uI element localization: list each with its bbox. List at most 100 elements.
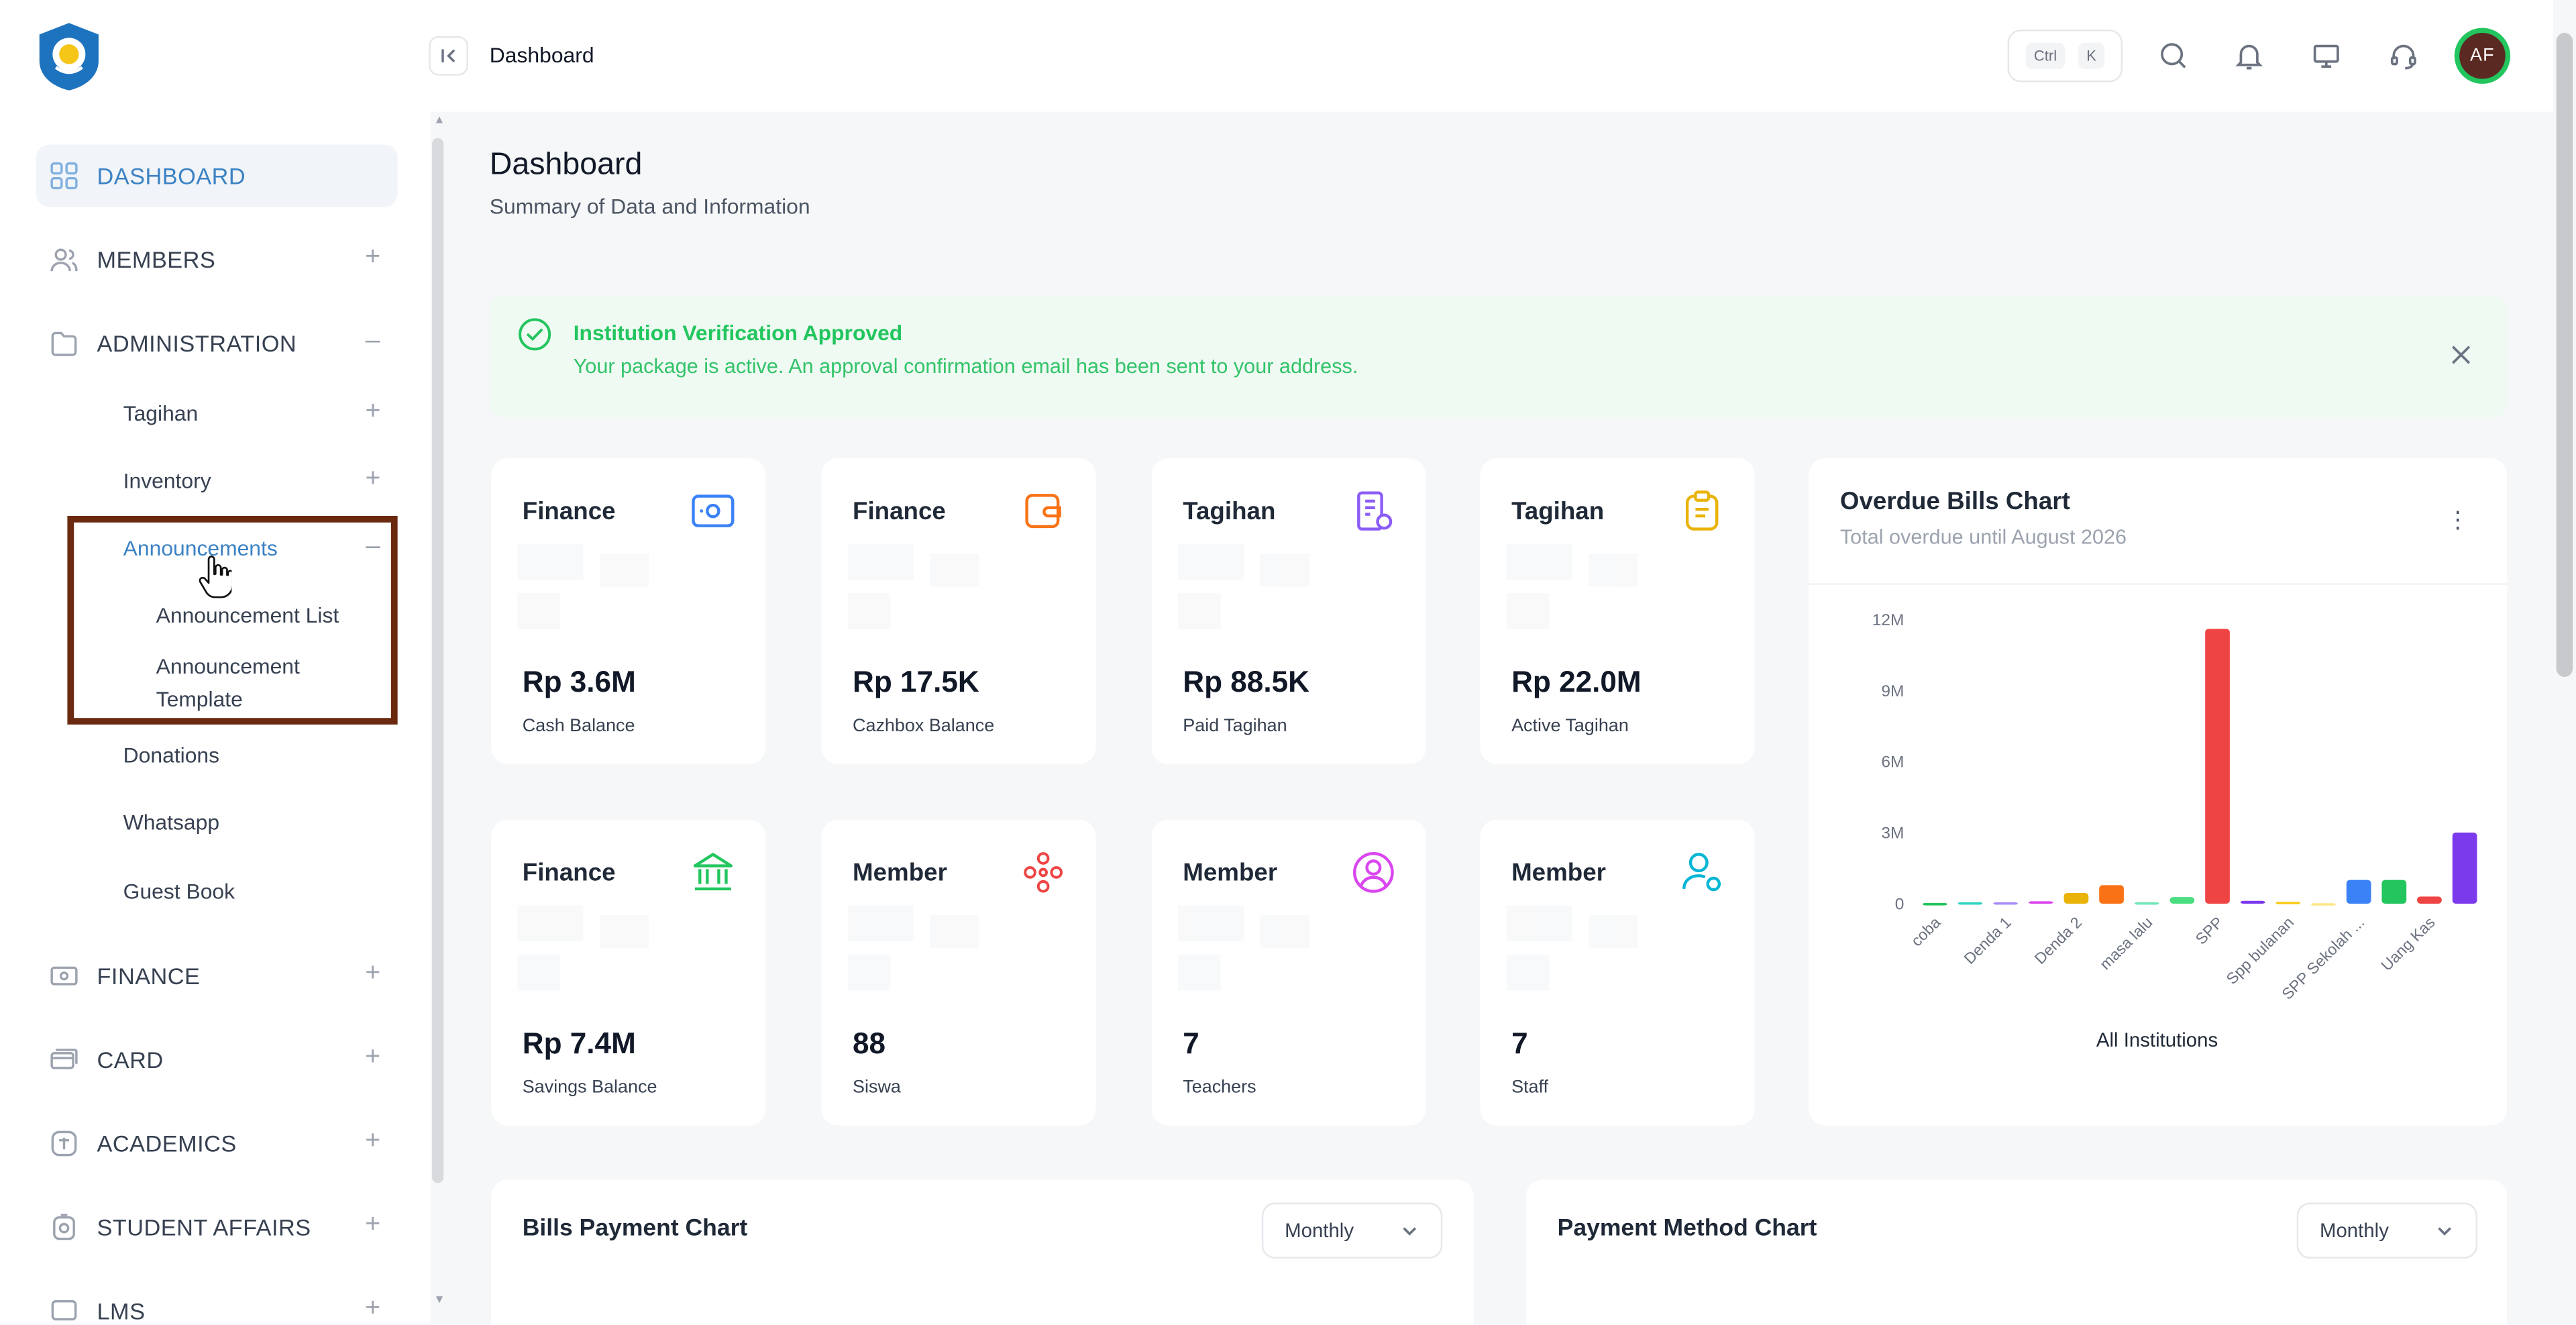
y-tick-label: 0 <box>1895 896 1904 914</box>
sidebar-item-card[interactable]: CARD + <box>36 1028 398 1091</box>
select-value: Monthly <box>2319 1219 2389 1242</box>
expand-icon[interactable]: + <box>362 1295 384 1324</box>
expand-icon[interactable]: + <box>362 465 384 494</box>
overdue-bills-card: Overdue Bills Chart Total overdue until … <box>1809 458 2508 1126</box>
stat-card-cash-balance[interactable]: Finance Rp 3.6M Cash Balance <box>491 458 766 764</box>
stat-card-staff[interactable]: Member 7 Staff <box>1480 820 1755 1126</box>
sidebar-subitem-label: Donations <box>123 741 220 767</box>
x-tick-label: SPP <box>2192 913 2226 947</box>
collapse-icon[interactable]: – <box>362 327 384 356</box>
chart-bar[interactable] <box>2205 629 2230 904</box>
search-icon[interactable] <box>2154 36 2194 76</box>
users-icon <box>49 245 78 274</box>
sidebar-scrollbar[interactable] <box>432 138 444 1183</box>
breadcrumb: Dashboard <box>489 42 594 68</box>
grid-icon <box>49 161 78 191</box>
chart-bar[interactable] <box>2063 893 2089 904</box>
expand-icon[interactable]: + <box>362 1211 384 1240</box>
expand-icon[interactable]: + <box>362 398 384 427</box>
chart-bar[interactable] <box>1922 902 1947 906</box>
bell-icon[interactable] <box>2229 36 2269 76</box>
scroll-up-arrow-icon[interactable]: ▲ <box>434 115 445 126</box>
chevron-down-icon <box>1403 1227 1417 1236</box>
stat-card-paid-tagihan[interactable]: Tagihan Rp 88.5K Paid Tagihan <box>1151 458 1426 764</box>
chart-bar[interactable] <box>2169 897 2195 904</box>
chart-bar[interactable] <box>2099 885 2124 904</box>
chart-bar[interactable] <box>2452 833 2477 904</box>
sidebar-item-administration[interactable]: ADMINISTRATION – <box>36 312 398 374</box>
sidebar-item-label: LMS <box>97 1297 146 1324</box>
stat-card-teachers[interactable]: Member 7 Teachers <box>1151 820 1426 1126</box>
chart-bar[interactable] <box>2240 900 2265 904</box>
sidebar-item-lms[interactable]: LMS + <box>36 1280 398 1325</box>
bills-chart-title: Bills Payment Chart <box>522 1216 748 1242</box>
expand-icon[interactable]: + <box>362 959 384 989</box>
divider <box>1809 583 2508 585</box>
card-value: 7 <box>1183 1026 1199 1060</box>
stat-card-savings-balance[interactable]: Finance Rp 7.4M Savings Balance <box>491 820 766 1126</box>
sidebar-item-label: MEMBERS <box>97 246 216 273</box>
sidebar-subitem-guest-book[interactable]: Guest Book <box>102 866 398 915</box>
expand-icon[interactable]: + <box>362 1127 384 1157</box>
chart-bar[interactable] <box>2381 880 2407 904</box>
collapse-icon[interactable]: – <box>362 532 384 562</box>
card-icon <box>49 1045 78 1075</box>
close-icon[interactable] <box>2445 338 2477 371</box>
sidebar-subitem-donations[interactable]: Donations <box>102 729 398 778</box>
chart-bar[interactable] <box>1993 902 2018 905</box>
chart-bar[interactable] <box>2417 896 2442 904</box>
sidebar-item-label: STUDENT AFFAIRS <box>97 1214 311 1240</box>
chart-bar[interactable] <box>2346 880 2371 904</box>
sidebar-item-dashboard[interactable]: DASHBOARD <box>36 144 398 207</box>
monitor-icon[interactable] <box>2306 36 2346 76</box>
sidebar-subitem-whatsapp[interactable]: Whatsapp <box>102 797 398 846</box>
overdue-bar-chart: 0 3M 6M 9M 12M coba Denda 1 Denda 2 masa lalu SPP… <box>1872 611 2477 1051</box>
sidebar-item-student-affairs[interactable]: STUDENT AFFAIRS + <box>36 1196 398 1259</box>
sidebar-item-members[interactable]: MEMBERS + <box>36 228 398 290</box>
command-search-shortcut[interactable]: Ctrl K <box>2007 30 2123 83</box>
sidebar-subitem-announcement-template[interactable]: Announcement Template <box>156 651 386 717</box>
sidebar-subitem-announcement-list[interactable]: Announcement List <box>156 600 386 633</box>
stat-card-siswa[interactable]: Member 88 Siswa <box>821 820 1096 1126</box>
y-tick-label: 3M <box>1881 825 1904 843</box>
payment-method-period-select[interactable]: Monthly <box>2296 1202 2478 1259</box>
cash-icon <box>49 961 78 991</box>
y-tick-label: 9M <box>1881 682 1904 700</box>
chart-bar[interactable] <box>2311 903 2336 906</box>
sidebar-item-finance[interactable]: FINANCE + <box>36 945 398 1007</box>
sidebar-subitem-inventory[interactable]: Inventory + <box>102 455 398 504</box>
x-axis-title: All Institutions <box>2096 1029 2218 1051</box>
collapse-sidebar-button[interactable] <box>429 36 468 76</box>
more-vertical-icon[interactable]: ⋮ <box>2447 505 2469 534</box>
stat-card-active-tagihan[interactable]: Tagihan Rp 22.0M Active Tagihan <box>1480 458 1755 764</box>
hand-cursor-icon <box>199 555 232 598</box>
bills-period-select[interactable]: Monthly <box>1261 1202 1443 1259</box>
stat-card-cazhbox-balance[interactable]: Finance Rp 17.5K Cazhbox Balance <box>821 458 1096 764</box>
card-label: Tagihan <box>1183 498 1276 526</box>
sidebar-subitem-label: Guest Book <box>123 878 235 903</box>
scroll-down-arrow-icon[interactable]: ▼ <box>434 1295 445 1306</box>
chart-bar[interactable] <box>1957 902 1983 905</box>
page-scrollbar[interactable] <box>2556 32 2573 677</box>
sidebar-subitem-tagihan[interactable]: Tagihan + <box>102 388 398 437</box>
card-value: Rp 17.5K <box>853 665 979 698</box>
sidebar-subitem-announcements[interactable]: Announcements – <box>102 523 398 572</box>
chart-bar[interactable] <box>2028 901 2053 904</box>
card-value: 7 <box>1511 1026 1528 1060</box>
group-icon <box>1024 852 1063 893</box>
sidebar-item-academics[interactable]: ACADEMICS + <box>36 1112 398 1175</box>
check-circle-icon <box>519 318 551 351</box>
card-caption: Siswa <box>853 1077 901 1098</box>
bank-icon <box>693 853 733 891</box>
expand-icon[interactable]: + <box>362 1043 384 1073</box>
headset-icon[interactable] <box>2383 36 2423 76</box>
avatar[interactable]: AF <box>2454 28 2511 84</box>
chart-bar[interactable] <box>2275 902 2301 904</box>
lms-icon <box>49 1296 78 1325</box>
collapse-icon <box>441 49 455 63</box>
card-caption: Cash Balance <box>522 716 635 737</box>
institution-logo[interactable] <box>34 21 103 92</box>
x-tick-label: Uang Kas <box>2377 913 2438 974</box>
chart-bar[interactable] <box>2134 902 2159 905</box>
expand-icon[interactable]: + <box>362 243 384 272</box>
